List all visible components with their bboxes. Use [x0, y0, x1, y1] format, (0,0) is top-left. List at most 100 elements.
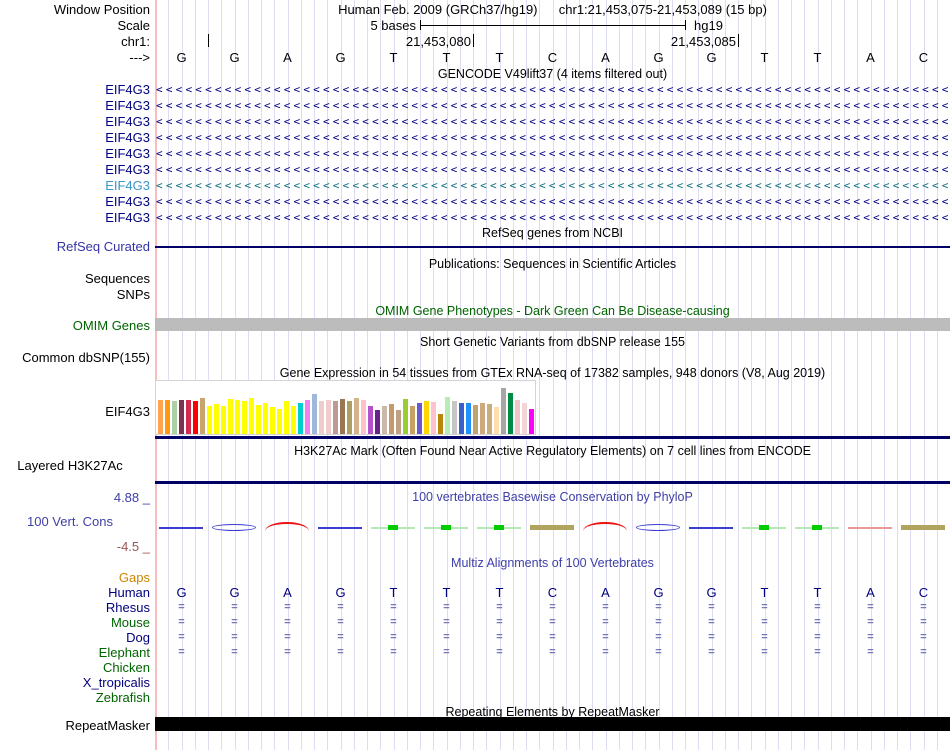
gene-row[interactable]: EIF4G3 <<<<<<<<<<<<<<<<<<<<<<<<<<<<<<<<<<…	[0, 98, 950, 114]
gtex-tissue-bar[interactable]	[438, 414, 443, 434]
gtex-tissue-bar[interactable]	[221, 406, 226, 434]
gene-row-label[interactable]: EIF4G3	[0, 163, 150, 177]
multiz-species-label[interactable]: X_tropicalis	[0, 675, 150, 690]
gtex-tissue-bar[interactable]	[473, 405, 478, 434]
gene-row-label[interactable]: EIF4G3	[0, 147, 150, 161]
dbsnp-label[interactable]: Common dbSNP(155)	[0, 350, 150, 365]
gtex-tissue-bar[interactable]	[466, 403, 471, 434]
multiz-species-label[interactable]: Gaps	[0, 570, 150, 585]
gtex-tissue-bar[interactable]	[368, 406, 373, 434]
gtex-tissue-bar[interactable]	[375, 410, 380, 434]
gtex-tissue-bar[interactable]	[445, 397, 450, 434]
gene-row[interactable]: EIF4G3 <<<<<<<<<<<<<<<<<<<<<<<<<<<<<<<<<<…	[0, 194, 950, 210]
multiz-species-label[interactable]: Zebrafish	[0, 690, 150, 705]
multiz-species-label[interactable]: Rhesus	[0, 600, 150, 615]
gtex-tissue-bar[interactable]	[242, 401, 247, 434]
gene-row[interactable]: EIF4G3 <<<<<<<<<<<<<<<<<<<<<<<<<<<<<<<<<<…	[0, 146, 950, 162]
h3k27ac-label[interactable]: Layered H3K27Ac	[0, 458, 140, 473]
gtex-tissue-bar[interactable]	[186, 400, 191, 434]
gtex-tissue-bar[interactable]	[305, 400, 310, 434]
gene-row-label[interactable]: EIF4G3	[0, 211, 150, 225]
gtex-tissue-bar[interactable]	[508, 393, 513, 434]
refseq-gene-item[interactable]	[155, 246, 950, 248]
gtex-tissue-bar[interactable]	[347, 401, 352, 434]
gtex-tissue-bar[interactable]	[389, 404, 394, 434]
gtex-tissue-bar[interactable]	[256, 405, 261, 434]
gene-row[interactable]: EIF4G3 <<<<<<<<<<<<<<<<<<<<<<<<<<<<<<<<<<…	[0, 162, 950, 178]
gene-row-label[interactable]: EIF4G3	[0, 115, 150, 129]
gtex-tissue-bar[interactable]	[494, 407, 499, 434]
gtex-gene-label[interactable]: EIF4G3	[0, 404, 150, 419]
gtex-tissue-bar[interactable]	[424, 401, 429, 434]
gtex-tissue-bar[interactable]	[354, 398, 359, 434]
sequences-label[interactable]: Sequences	[0, 271, 150, 286]
multiz-species-label[interactable]: Elephant	[0, 645, 150, 660]
gene-row-label[interactable]: EIF4G3	[0, 99, 150, 113]
repeatmasker-label[interactable]: RepeatMasker	[0, 718, 150, 733]
conservation-label[interactable]: 100 Vert. Cons	[0, 514, 140, 529]
multiz-species-label[interactable]: Human	[0, 585, 150, 600]
multiz-species-label[interactable]: Mouse	[0, 615, 150, 630]
gene-row[interactable]: EIF4G3 <<<<<<<<<<<<<<<<<<<<<<<<<<<<<<<<<<…	[0, 210, 950, 226]
align-identity-mark: =	[549, 601, 556, 613]
gtex-tissue-bar[interactable]	[410, 406, 415, 434]
gtex-tissue-bar[interactable]	[172, 401, 177, 434]
gtex-tissue-bar[interactable]	[158, 400, 163, 434]
gtex-tissue-bar[interactable]	[207, 406, 212, 434]
gene-row-label[interactable]: EIF4G3	[0, 83, 150, 97]
gtex-tissue-bar[interactable]	[431, 402, 436, 434]
gtex-tissue-bar[interactable]	[249, 398, 254, 434]
gene-row-label[interactable]: EIF4G3	[0, 179, 150, 193]
gtex-tissue-bar[interactable]	[396, 410, 401, 434]
gtex-tissue-bar[interactable]	[529, 409, 534, 434]
multiz-species-label[interactable]: Dog	[0, 630, 150, 645]
omim-genes-label[interactable]: OMIM Genes	[0, 318, 150, 333]
refseq-curated-label[interactable]: RefSeq Curated	[0, 239, 150, 254]
gtex-tissue-bar[interactable]	[277, 409, 282, 434]
gtex-tissue-bar[interactable]	[214, 404, 219, 434]
gtex-tissue-bar[interactable]	[284, 401, 289, 434]
gene-row-label[interactable]: EIF4G3	[0, 131, 150, 145]
gtex-tissue-bar[interactable]	[361, 400, 366, 434]
snps-label[interactable]: SNPs	[0, 287, 150, 302]
gtex-tissue-bar[interactable]	[270, 407, 275, 434]
gtex-tissue-bar[interactable]	[228, 399, 233, 434]
gtex-tissue-bar[interactable]	[235, 400, 240, 434]
gtex-tissue-bar[interactable]	[179, 400, 184, 434]
gtex-tissue-bar[interactable]	[459, 403, 464, 434]
gene-row[interactable]: EIF4G3 <<<<<<<<<<<<<<<<<<<<<<<<<<<<<<<<<<…	[0, 178, 950, 194]
coord-right: 21,453,085	[670, 34, 736, 49]
gtex-tissue-bar[interactable]	[480, 403, 485, 434]
window-position-title: Human Feb. 2009 (GRCh37/hg19) chr1:21,45…	[155, 2, 950, 17]
gtex-tissue-bar[interactable]	[487, 404, 492, 434]
gtex-tissue-bar[interactable]	[403, 399, 408, 434]
gtex-tissue-bar[interactable]	[312, 394, 317, 434]
gtex-tissue-bar[interactable]	[452, 401, 457, 434]
gtex-tissue-bar[interactable]	[326, 400, 331, 434]
gtex-tissue-bar[interactable]	[298, 403, 303, 434]
gtex-tissue-bar[interactable]	[340, 399, 345, 434]
gtex-tissue-bar[interactable]	[382, 406, 387, 434]
gtex-tissue-bar[interactable]	[319, 401, 324, 434]
gtex-tissue-bar[interactable]	[165, 400, 170, 434]
gtex-tissue-bar[interactable]	[515, 400, 520, 434]
gtex-tissue-bar[interactable]	[501, 388, 506, 434]
coord-left: 21,453,080	[405, 34, 471, 49]
align-identity-mark: =	[178, 646, 185, 658]
gtex-tissue-bar[interactable]	[200, 398, 205, 434]
gtex-tissue-bar[interactable]	[291, 406, 296, 434]
gtex-barchart[interactable]	[155, 380, 536, 435]
repeatmasker-element-bar[interactable]	[155, 717, 950, 731]
multiz-species-label[interactable]: Chicken	[0, 660, 150, 675]
gene-row[interactable]: EIF4G3 <<<<<<<<<<<<<<<<<<<<<<<<<<<<<<<<<<…	[0, 130, 950, 146]
gene-row[interactable]: EIF4G3 <<<<<<<<<<<<<<<<<<<<<<<<<<<<<<<<<<…	[0, 82, 950, 98]
gtex-tissue-bar[interactable]	[333, 401, 338, 434]
gene-row-label[interactable]: EIF4G3	[0, 195, 150, 209]
gtex-tissue-bar[interactable]	[522, 403, 527, 434]
gtex-tissue-bar[interactable]	[263, 403, 268, 434]
omim-gene-bar[interactable]	[155, 318, 950, 331]
gtex-tissue-bar[interactable]	[193, 401, 198, 434]
gene-row[interactable]: EIF4G3 <<<<<<<<<<<<<<<<<<<<<<<<<<<<<<<<<<…	[0, 114, 950, 130]
gtex-tissue-bar[interactable]	[417, 403, 422, 434]
cons-mark-blue-line	[159, 527, 203, 529]
